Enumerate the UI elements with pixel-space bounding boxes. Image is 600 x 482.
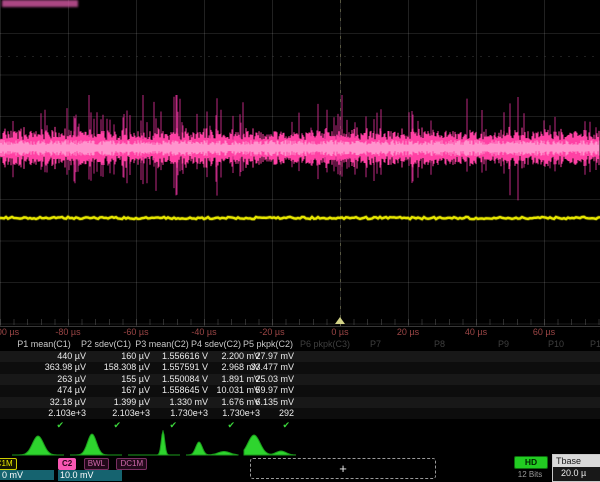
measurement-histicons[interactable]	[0, 430, 600, 458]
timebase-label: Tbase	[553, 455, 600, 467]
measurement-value: 292	[224, 408, 294, 419]
add-trace-button[interactable]: +	[250, 458, 436, 479]
measurement-value: 263 µV	[16, 374, 86, 385]
histicon[interactable]	[12, 436, 64, 455]
measurement-value: 27.97 mV	[224, 351, 294, 362]
time-axis-label: 40 µs	[465, 327, 487, 338]
c2-coupling-chip: DC1M	[116, 458, 147, 470]
measurement-header[interactable]: P2 sdev(C1)	[81, 339, 131, 350]
timebase-value: 20.0 µ	[553, 467, 600, 479]
measurement-value: 59.97 mV	[224, 385, 294, 396]
waveform-traces[interactable]	[0, 0, 600, 326]
measurement-value: 33.477 mV	[224, 362, 294, 373]
c1-trace	[0, 217, 600, 219]
plus-icon: +	[339, 461, 347, 476]
time-axis-label: -40 µs	[191, 327, 216, 338]
measurement-value: 440 µV	[16, 351, 86, 362]
table-row: 2.103e+32.103e+31.730e+31.730e+3292	[0, 408, 600, 419]
c2-bwl-chip: BWL	[84, 458, 109, 470]
measurement-table: P1 mean(C1) P2 sdev(C1) P3 mean(C2)P4 sdev…	[0, 338, 600, 430]
measurement-value: 2.103e+3	[16, 408, 86, 419]
measurement-value: 474 µV	[16, 385, 86, 396]
histicon[interactable]	[128, 431, 180, 455]
time-axis-label: -80 µs	[55, 327, 80, 338]
measurement-header-unused[interactable]: P6 pkpk(C3)	[300, 339, 350, 350]
table-row: 474 µV167 µV1.558645 V10.031 mV59.97 mV	[0, 385, 600, 396]
time-axis-label: -20 µs	[259, 327, 284, 338]
time-axis-label: 0 µs	[331, 327, 348, 338]
measurement-header[interactable]: P5 pkpk(C2)	[243, 339, 293, 350]
histicon[interactable]	[186, 442, 238, 455]
table-row: 440 µV160 µV1.556616 V2.200 mV27.97 mV	[0, 351, 600, 362]
status-check-icon: ✔	[220, 420, 290, 430]
measurement-header-unused[interactable]: P8	[434, 339, 445, 350]
channel-c1-descriptor[interactable]: DC1M 0 mV	[0, 458, 55, 480]
measurement-value: 25.03 mV	[224, 374, 294, 385]
descriptor-bar: DC1M 0 mV C2 BWL DC1M 10.0 mV + HD 12 Bi…	[0, 456, 600, 480]
histicon[interactable]	[244, 435, 296, 455]
time-axis-label: 20 µs	[397, 327, 419, 338]
measurement-value: 32.18 µV	[16, 397, 86, 408]
table-row: 263 µV155 µV1.550084 V1.891 mV25.03 mV	[0, 374, 600, 385]
c1-vdiv-readout: 0 mV	[0, 470, 54, 480]
measurement-header-unused[interactable]: P7	[370, 339, 381, 350]
cropped-trace-annotation	[2, 0, 78, 7]
measurement-header-unused[interactable]: P11	[590, 339, 600, 350]
measurement-header[interactable]: P4 sdev(C2)	[191, 339, 241, 350]
measurement-header-unused[interactable]: P10	[548, 339, 564, 350]
measurement-value: 6.135 mV	[224, 397, 294, 408]
measurement-header[interactable]: P3 mean(C2)	[135, 339, 189, 350]
waveform-grid[interactable]	[0, 0, 600, 327]
timebase-box[interactable]: Tbase 20.0 µ	[552, 454, 600, 482]
table-row: 32.18 µV1.399 µV1.330 mV1.676 mV6.135 mV	[0, 397, 600, 408]
channel-c2-descriptor[interactable]: C2 BWL DC1M 10.0 mV	[58, 458, 248, 480]
c2-trace	[0, 140, 599, 156]
c2-vdiv-readout: 10.0 mV	[58, 470, 122, 481]
time-axis-label: -60 µs	[123, 327, 148, 338]
c1-coupling-chip: DC1M	[0, 458, 17, 470]
adc-bits-label: 12 Bits	[510, 470, 550, 479]
measurement-value: 363.98 µV	[16, 362, 86, 373]
trigger-time-marker[interactable]	[335, 317, 345, 324]
table-row: 363.98 µV158.308 µV1.557591 V2.968 mV33.…	[0, 362, 600, 373]
time-axis-label: -100 µs	[0, 327, 19, 338]
hd-mode-badge: HD	[514, 456, 548, 469]
histicon[interactable]	[70, 434, 122, 455]
oscilloscope-screen: -100 µs -80 µs -60 µs -40 µs -20 µs 0 µs 20 µs…	[0, 0, 600, 480]
c2-label-chip: C2	[58, 458, 76, 470]
measurement-header[interactable]: P1 mean(C1)	[17, 339, 71, 350]
time-axis-label: 60 µs	[533, 327, 555, 338]
table-row: P1 mean(C1) P2 sdev(C1) P3 mean(C2)P4 sdev…	[0, 339, 600, 350]
measurement-header-unused[interactable]: P9	[498, 339, 509, 350]
